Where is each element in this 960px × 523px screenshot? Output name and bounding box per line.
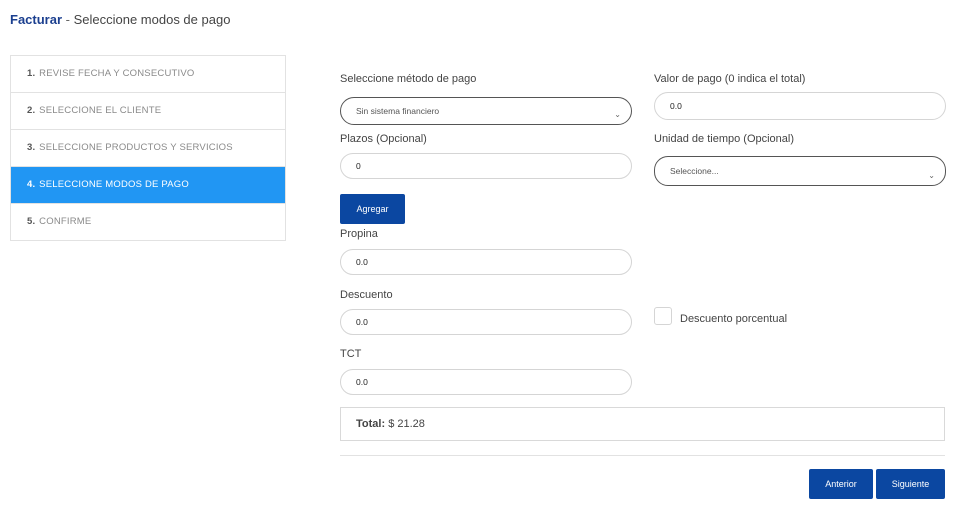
steps-list: 1. REVISE FECHA Y CONSECUTIVO 2. SELECCI… (10, 55, 286, 241)
payment-value-input[interactable]: 0.0 (654, 92, 946, 120)
title-separator: - (62, 12, 74, 27)
divider (340, 455, 945, 456)
page-subtitle: Seleccione modos de pago (73, 12, 231, 27)
step-item-5[interactable]: 5. CONFIRME (11, 204, 285, 240)
step-label: SELECCIONE MODOS DE PAGO (39, 179, 189, 190)
chevron-down-icon: ⌄ (614, 110, 621, 119)
payment-value-label: Valor de pago (0 indica el total) (654, 73, 806, 85)
step-item-1[interactable]: 1. REVISE FECHA Y CONSECUTIVO (11, 56, 285, 93)
step-item-3[interactable]: 3. SELECCIONE PRODUCTOS Y SERVICIOS (11, 130, 285, 167)
step-item-2[interactable]: 2. SELECCIONE EL CLIENTE (11, 93, 285, 130)
time-unit-select[interactable]: Seleccione... ⌄ (654, 156, 946, 186)
percent-discount-checkbox[interactable] (654, 307, 672, 325)
time-unit-label: Unidad de tiempo (Opcional) (654, 133, 795, 145)
step-number: 2. (27, 105, 36, 116)
total-value: $ 21.28 (388, 418, 425, 430)
step-number: 4. (27, 179, 36, 190)
total-summary: Total: $ 21.28 (340, 407, 945, 441)
percent-discount-label: Descuento porcentual (680, 313, 788, 325)
step-label: REVISE FECHA Y CONSECUTIVO (39, 68, 195, 79)
tip-label: Propina (340, 228, 378, 240)
discount-input[interactable]: 0.0 (340, 309, 632, 335)
installments-input[interactable]: 0 (340, 153, 632, 179)
discount-label: Descuento (340, 289, 393, 301)
step-item-4[interactable]: 4. SELECCIONE MODOS DE PAGO (11, 167, 285, 204)
time-unit-value: Seleccione... (670, 166, 719, 176)
total-label: Total: (356, 418, 386, 430)
tct-input[interactable]: 0.0 (340, 369, 632, 395)
tct-label: TCT (340, 348, 362, 360)
section-name: Facturar (10, 12, 63, 27)
next-button[interactable]: Siguiente (876, 469, 945, 499)
payment-method-value: Sin sistema financiero (356, 106, 440, 116)
step-label: SELECCIONE EL CLIENTE (39, 105, 162, 116)
step-number: 1. (27, 68, 36, 79)
step-number: 3. (27, 142, 36, 153)
chevron-down-icon: ⌄ (928, 171, 935, 180)
tip-input[interactable]: 0.0 (340, 249, 632, 275)
step-label: SELECCIONE PRODUCTOS Y SERVICIOS (39, 142, 233, 153)
payment-method-label: Seleccione método de pago (340, 73, 477, 85)
add-button[interactable]: Agregar (340, 194, 405, 224)
step-number: 5. (27, 216, 36, 227)
previous-button[interactable]: Anterior (809, 469, 873, 499)
installments-label: Plazos (Opcional) (340, 133, 427, 145)
payment-method-select[interactable]: Sin sistema financiero ⌄ (340, 97, 632, 125)
step-label: CONFIRME (39, 216, 92, 227)
page-title: Facturar - Seleccione modos de pago (10, 12, 230, 27)
